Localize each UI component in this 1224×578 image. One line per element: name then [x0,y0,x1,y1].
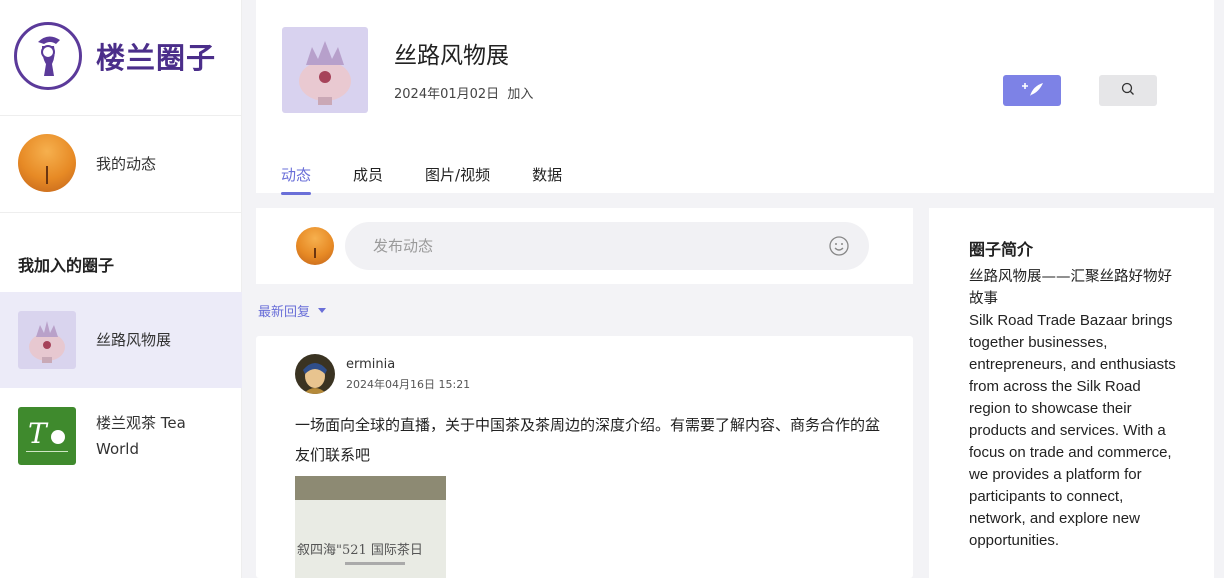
post-card: erminia 2024年04月16日 15:21 一场面向全球的直播，关于中国… [256,336,913,578]
sidebar-item-silk-road[interactable]: 丝路风物展 [0,292,242,388]
tab-data[interactable]: 数据 [532,164,562,193]
page-title: 丝路风物展 [394,43,509,69]
intro-text-en: Silk Road Trade Bazaar brings together b… [969,312,1176,549]
intro-title: 圈子简介 [969,240,1034,259]
brand[interactable]: 楼兰圈子 [14,20,216,92]
intro-text-cn: 丝路风物展——汇聚丝路好物好故事 [969,269,1172,307]
sort-label: 最新回复 [258,305,311,320]
svg-text:T: T [28,417,49,450]
add-quill-icon [1019,80,1045,102]
sidebar-item-tea-world[interactable]: T 楼兰观茶 Tea World [0,388,242,484]
joined-circles-title: 我加入的圈子 [18,256,115,275]
post-text: 一场面向全球的直播，关于中国茶及茶周边的深度介绍。有需要了解内容、商务合作的盆友… [295,416,881,464]
search-button[interactable] [1099,75,1157,106]
circle-cover-image [282,27,368,113]
sidebar-item-label: 楼兰观茶 Tea World [96,414,186,458]
sort-dropdown[interactable]: 最新回复 [258,301,327,320]
caret-down-icon [318,308,327,313]
post-composer [256,208,913,284]
tab-media[interactable]: 图片/视频 [425,164,490,193]
orange-avatar-icon [18,134,76,192]
circle-tabs: 动态 成员 图片/视频 数据 [281,164,604,195]
user-avatar [296,227,334,265]
post-image-caption: 叙四海"521 国际茶日 [297,542,423,558]
joined-date: 2024年01月02日 加入 [394,83,533,102]
silk-road-vase-thumbnail [18,311,76,369]
search-icon [1121,81,1135,100]
intro-text: 丝路风物展——汇聚丝路好物好故事 Silk Road Trade Bazaar … [969,266,1179,552]
tab-members[interactable]: 成员 [353,164,383,193]
post-input[interactable] [345,222,869,270]
divider [0,115,242,116]
brand-name: 楼兰圈子 [96,41,217,75]
sidebar-item-label: 丝路风物展 [96,331,172,349]
sidebar: 楼兰圈子 我的动态 我加入的圈子 丝路风物展 T 楼兰观茶 Tea World [0,0,242,578]
new-post-button[interactable] [1003,75,1061,106]
author-avatar[interactable] [295,354,335,394]
post-author[interactable]: erminia [346,357,395,372]
divider [0,212,242,213]
my-activity-label: 我的动态 [96,154,157,173]
circle-intro: 圈子简介 丝路风物展——汇聚丝路好物好故事 Silk Road Trade Ba… [929,208,1214,578]
tab-activity[interactable]: 动态 [281,164,312,195]
post-image[interactable]: 叙四海"521 国际茶日 [295,476,446,578]
circle-header: 丝路风物展 2024年01月02日 加入 动态 成员 图片/视频 数据 [256,0,1214,195]
tea-world-logo: T [18,407,76,465]
post-timestamp: 2024年04月16日 15:21 [346,378,471,391]
joined-suffix: 加入 [507,87,534,102]
loulan-portrait-logo-icon [14,22,82,90]
joined-date-value: 2024年01月02日 [394,87,500,102]
my-activity-link[interactable]: 我的动态 [18,134,156,192]
app-root: 楼兰圈子 我的动态 我加入的圈子 丝路风物展 T 楼兰观茶 Tea World … [0,0,1224,578]
smile-icon[interactable] [828,235,850,257]
